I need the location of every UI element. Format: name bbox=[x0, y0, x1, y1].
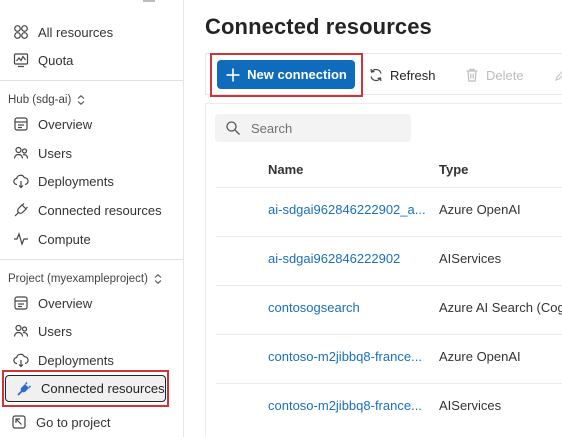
refresh-label: Refresh bbox=[390, 67, 436, 83]
users-icon bbox=[12, 144, 30, 162]
sidebar-item-label: Compute bbox=[38, 231, 91, 247]
edit-icon bbox=[553, 67, 562, 83]
plug-icon bbox=[12, 201, 30, 219]
connection-name-link[interactable]: ai-sdgai962846222902 bbox=[268, 251, 400, 266]
search-box[interactable] bbox=[215, 114, 411, 142]
sidebar-item-label: Quota bbox=[38, 52, 74, 68]
delete-label: Delete bbox=[486, 67, 524, 83]
connection-type: Azure OpenAI bbox=[439, 349, 521, 364]
connection-type: Azure OpenAI bbox=[439, 202, 521, 217]
compute-icon bbox=[12, 230, 30, 248]
sidebar-item-hub-compute[interactable]: Compute bbox=[12, 226, 91, 252]
sidebar-item-hub-users[interactable]: Users bbox=[12, 140, 72, 166]
users-icon bbox=[12, 322, 30, 340]
plug-icon bbox=[15, 380, 33, 398]
connection-type: Azure AI Search (Cogn bbox=[439, 300, 562, 315]
refresh-button[interactable]: Refresh bbox=[368, 62, 436, 88]
sidebar-divider bbox=[0, 259, 183, 260]
sidebar-item-hub-connected-resources[interactable]: Connected resources bbox=[12, 197, 162, 223]
sidebar-item-label: Go to project bbox=[36, 414, 111, 430]
table-row[interactable]: ai-sdgai962846222902_a... Azure OpenAI bbox=[216, 187, 562, 236]
table-row[interactable]: contoso-m2jibbq8-france... AIServices bbox=[216, 383, 562, 432]
column-header-type[interactable]: Type bbox=[439, 162, 468, 177]
overview-icon bbox=[12, 115, 30, 133]
sidebar-item-label: Users bbox=[38, 145, 72, 161]
sidebar-collapse-handle[interactable] bbox=[143, 0, 155, 2]
sidebar-item-project-connected-resources[interactable]: Connected resources bbox=[5, 375, 166, 402]
deployments-icon bbox=[12, 351, 30, 369]
page-title: Connected resources bbox=[205, 14, 432, 39]
sidebar-item-quota[interactable]: Quota bbox=[12, 47, 73, 73]
sidebar-item-label: Connected resources bbox=[38, 202, 162, 218]
plus-icon bbox=[225, 67, 241, 83]
sidebar-divider bbox=[0, 80, 183, 81]
new-connection-button[interactable]: New connection bbox=[217, 60, 355, 89]
sidebar-item-hub-overview[interactable]: Overview bbox=[12, 111, 92, 137]
sidebar-item-label: Users bbox=[38, 323, 72, 339]
table-row[interactable]: contoso-m2jibbq8-france... Azure OpenAI bbox=[216, 334, 562, 383]
sidebar-item-hub-deployments[interactable]: Deployments bbox=[12, 168, 114, 194]
connection-name-link[interactable]: contosogsearch bbox=[268, 300, 360, 315]
search-icon bbox=[225, 120, 241, 136]
table-row[interactable]: contosogsearch Azure AI Search (Cogn bbox=[216, 285, 562, 334]
new-connection-label: New connection bbox=[247, 67, 347, 82]
main-content: Connected resources New connection Refre… bbox=[185, 0, 562, 437]
refresh-icon bbox=[368, 67, 384, 83]
hub-section-header[interactable]: Hub (sdg-ai) bbox=[8, 91, 86, 109]
overview-icon bbox=[12, 294, 30, 312]
sidebar-item-label: All resources bbox=[38, 24, 114, 40]
sidebar-item-go-to-project[interactable]: Go to project bbox=[10, 409, 110, 435]
sidebar-item-label: Deployments bbox=[38, 173, 114, 189]
sidebar-item-project-overview[interactable]: Overview bbox=[12, 290, 92, 316]
sidebar-item-all-resources[interactable]: All resources bbox=[12, 19, 113, 45]
hub-section-label: Hub (sdg-ai) bbox=[8, 94, 72, 106]
column-header-name[interactable]: Name bbox=[268, 162, 303, 177]
sidebar: All resources Quota Hub (sdg-ai) Overvie… bbox=[0, 0, 184, 437]
connection-type: AIServices bbox=[439, 251, 502, 266]
go-to-icon bbox=[10, 413, 28, 431]
sidebar-item-project-users[interactable]: Users bbox=[12, 318, 72, 344]
trash-icon bbox=[464, 67, 480, 83]
chevron-up-down-icon bbox=[76, 94, 86, 106]
sidebar-item-label: Connected resources bbox=[41, 381, 165, 396]
project-section-label: Project (myexampleproject) bbox=[8, 273, 148, 285]
connection-name-link[interactable]: contoso-m2jibbq8-france... bbox=[268, 398, 422, 413]
delete-button[interactable]: Delete bbox=[464, 62, 524, 88]
project-section-header[interactable]: Project (myexampleproject) bbox=[8, 270, 163, 288]
sidebar-item-label: Deployments bbox=[38, 352, 114, 368]
sidebar-item-label: Overview bbox=[38, 116, 93, 132]
deployments-icon bbox=[12, 172, 30, 190]
connection-name-link[interactable]: contoso-m2jibbq8-france... bbox=[268, 349, 422, 364]
search-input[interactable] bbox=[251, 120, 401, 136]
more-actions-button[interactable] bbox=[553, 62, 562, 88]
table-row[interactable]: ai-sdgai962846222902 AIServices bbox=[216, 236, 562, 285]
connection-type: AIServices bbox=[439, 398, 502, 413]
sidebar-item-label: Overview bbox=[38, 295, 93, 311]
chevron-up-down-icon bbox=[153, 273, 163, 285]
quota-icon bbox=[12, 51, 30, 69]
connection-name-link[interactable]: ai-sdgai962846222902_a... bbox=[268, 202, 426, 217]
grid-icon bbox=[12, 23, 30, 41]
